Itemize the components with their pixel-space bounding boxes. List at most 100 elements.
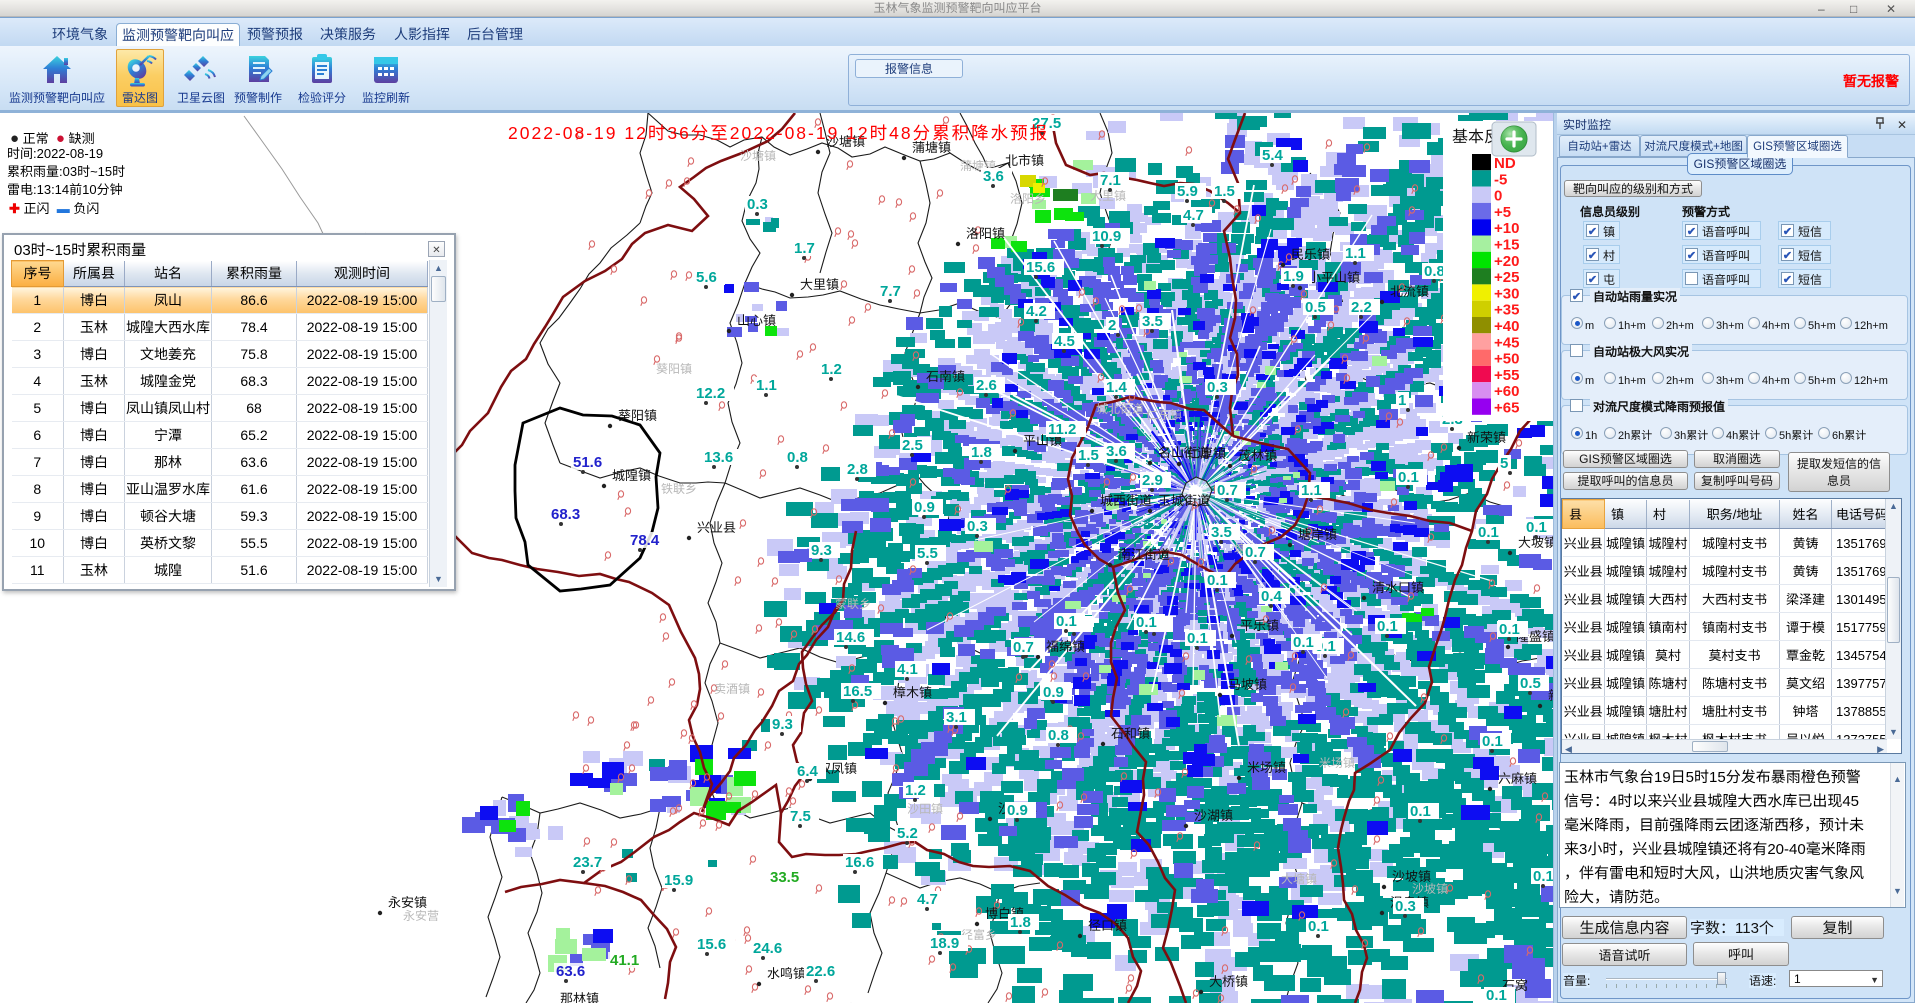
svg-text:樟木镇: 樟木镇 [893,682,932,701]
svg-text:2.6: 2.6 [976,377,997,394]
svg-text:0.7: 0.7 [1013,639,1034,656]
svg-text:1.2: 1.2 [821,361,842,378]
svg-text:0.1: 0.1 [1398,469,1419,486]
svg-text:福绵镇: 福绵镇 [1046,636,1085,655]
svg-text:63.6: 63.6 [556,963,585,980]
svg-text:13.6: 13.6 [704,449,733,466]
svg-text:0.1: 0.1 [1486,987,1507,1003]
svg-text:+20: +20 [1494,253,1519,270]
svg-text:0.8: 0.8 [1424,263,1445,280]
svg-text:0.9: 0.9 [1007,802,1028,819]
svg-text:+65: +65 [1494,400,1519,417]
svg-text:0.1: 0.1 [1293,634,1314,651]
svg-text:0: 0 [1494,188,1502,205]
svg-text:+60: +60 [1494,383,1519,400]
svg-text:6.4: 6.4 [797,763,819,780]
svg-text:0.4: 0.4 [1261,588,1283,605]
svg-text:那林镇: 那林镇 [560,988,599,1003]
svg-text:2: 2 [1108,317,1116,334]
svg-text:小平山镇: 小平山镇 [1308,267,1360,286]
svg-text:1.8: 1.8 [1010,914,1031,931]
svg-text:南江街道: 南江街道 [1118,544,1170,563]
svg-text:1.8: 1.8 [971,444,992,461]
svg-text:11.2: 11.2 [1048,421,1076,438]
svg-text:0.1: 0.1 [1410,803,1431,820]
svg-text:径口镇: 径口镇 [1088,915,1127,934]
svg-text:15.6: 15.6 [1026,259,1055,276]
svg-text:新荣镇: 新荣镇 [1467,427,1506,446]
svg-text:0.3: 0.3 [1207,379,1228,396]
svg-text:7.7: 7.7 [880,283,901,300]
svg-text:卖酒镇: 卖酒镇 [714,680,750,697]
svg-text:15.6: 15.6 [697,936,726,953]
svg-text:0.5: 0.5 [1520,675,1541,692]
svg-text:1.1: 1.1 [1345,245,1366,262]
svg-text:塘岸镇: 塘岸镇 [1298,524,1337,543]
svg-text:1.5: 1.5 [1214,183,1235,200]
svg-text:0.1: 0.1 [1526,519,1547,536]
svg-text:10.9: 10.9 [1092,228,1121,245]
svg-text:2.2: 2.2 [1351,299,1372,316]
svg-text:0.7: 0.7 [1245,544,1266,561]
svg-text:7.1: 7.1 [1100,172,1121,189]
svg-text:23.7: 23.7 [573,854,602,871]
svg-text:0.1: 0.1 [1478,524,1499,541]
svg-text:18.9: 18.9 [930,935,959,952]
svg-text:0.8: 0.8 [787,449,808,466]
svg-text:+5: +5 [1494,204,1511,221]
svg-text:14.6: 14.6 [836,629,865,646]
svg-text:12.2: 12.2 [696,385,725,402]
svg-text:41.1: 41.1 [610,952,639,969]
svg-text:+40: +40 [1494,318,1519,335]
svg-text:北市镇: 北市镇 [1005,150,1044,169]
svg-text:0.5: 0.5 [1305,299,1326,316]
svg-text:铁联乡: 铁联乡 [661,480,697,497]
svg-text:0.7: 0.7 [1217,482,1238,499]
svg-text:0.9: 0.9 [1043,684,1064,701]
svg-text:4.5: 4.5 [1054,333,1075,350]
svg-text:4.2: 4.2 [1026,303,1047,320]
svg-text:兴业县: 兴业县 [697,517,736,536]
svg-text:0.3: 0.3 [967,518,988,535]
svg-text:洛阳镇: 洛阳镇 [966,223,1005,242]
svg-text:3.6: 3.6 [1106,443,1127,460]
svg-text:0.3: 0.3 [1395,898,1416,915]
svg-text:0.1: 0.1 [1207,572,1228,589]
svg-text:4.7: 4.7 [1183,207,1204,224]
svg-text:+10: +10 [1494,220,1519,237]
svg-text:0.8: 0.8 [1048,727,1069,744]
svg-text:5.4: 5.4 [1262,147,1284,164]
svg-text:22.6: 22.6 [806,963,835,980]
svg-text:0.1: 0.1 [1136,614,1157,631]
svg-text:石和镇: 石和镇 [1111,723,1150,742]
svg-text:葵阳镇: 葵阳镇 [656,360,692,377]
svg-text:仁厚镇: 仁厚镇 [1187,443,1226,462]
svg-text:5.6: 5.6 [696,269,717,286]
svg-text:16.6: 16.6 [845,854,874,871]
svg-text:15.9: 15.9 [664,872,693,889]
svg-text:+55: +55 [1494,367,1519,384]
svg-text:1.7: 1.7 [794,240,815,257]
svg-text:0.1: 0.1 [1377,618,1398,635]
svg-text:清水口镇: 清水口镇 [1372,577,1424,596]
svg-text:水鸣镇: 水鸣镇 [767,963,806,982]
svg-text:1: 1 [1398,392,1406,409]
svg-text:78.4: 78.4 [630,532,660,549]
svg-text:16.5: 16.5 [843,683,872,700]
svg-text:沙塘镇: 沙塘镇 [740,147,776,164]
svg-text:平乐镇: 平乐镇 [1240,615,1279,634]
svg-text:沙湖镇: 沙湖镇 [1194,805,1233,824]
svg-text:城西街道: 城西街道 [1100,490,1152,509]
svg-text:0.1: 0.1 [1533,868,1553,885]
svg-text:茂林镇: 茂林镇 [1238,445,1277,464]
svg-text:0.1: 0.1 [1056,613,1077,630]
svg-text:+45: +45 [1494,334,1519,351]
svg-text:民乐镇: 民乐镇 [1291,244,1330,263]
svg-text:0.1: 0.1 [1499,621,1520,638]
svg-text:2.8: 2.8 [847,461,868,478]
svg-text:米场镇: 米场镇 [1319,754,1355,771]
svg-text:仁东镇: 仁东镇 [1146,406,1182,423]
svg-text:石南镇: 石南镇 [926,366,965,385]
svg-text:0.1: 0.1 [1187,630,1208,647]
svg-text:蒙联乡: 蒙联乡 [835,595,871,612]
